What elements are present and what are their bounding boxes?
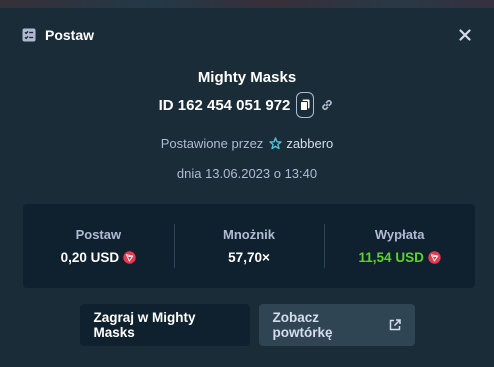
bet-details-modal: Postaw Mighty Masks ID 162 454 051 972 P… bbox=[0, 8, 494, 367]
bet-id: ID 162 454 051 972 bbox=[158, 96, 291, 114]
stat-bet: Postaw 0,20 USD bbox=[23, 204, 174, 288]
bet-id-row: ID 162 454 051 972 bbox=[0, 92, 494, 118]
game-name: Mighty Masks bbox=[197, 69, 297, 86]
modal-title: Postaw bbox=[45, 27, 95, 43]
bet-date: dnia 13.06.2023 o 13:40 bbox=[176, 166, 318, 181]
close-icon[interactable] bbox=[456, 26, 474, 44]
stat-payout-label: Wypłata bbox=[374, 227, 425, 242]
view-replay-button[interactable]: Zobacz powtórkę bbox=[258, 304, 415, 346]
bet-stats-panel: Postaw 0,20 USD Mnożnik 57,70× Wypłata 1… bbox=[23, 204, 475, 288]
username-link[interactable]: zabbero bbox=[286, 136, 333, 151]
placed-by-label: Postawione przez bbox=[160, 136, 264, 151]
external-link-icon bbox=[389, 319, 401, 331]
play-game-button[interactable]: Zagraj w Mighty Masks bbox=[79, 304, 250, 346]
stat-multiplier-label: Mnożnik bbox=[223, 227, 275, 242]
link-icon[interactable] bbox=[319, 97, 335, 113]
stat-payout-value: 11,54 USD bbox=[358, 250, 424, 265]
bet-slip-icon bbox=[22, 28, 36, 42]
vip-star-icon bbox=[269, 137, 283, 150]
copy-icon[interactable] bbox=[296, 92, 315, 118]
tron-coin-icon bbox=[428, 251, 441, 264]
view-replay-label: Zobacz powtórkę bbox=[272, 310, 333, 340]
play-game-label: Zagraj w Mighty Masks bbox=[93, 310, 196, 340]
stat-payout-value-row: 11,54 USD bbox=[359, 250, 441, 265]
background-backdrop bbox=[0, 0, 494, 8]
stat-bet-value: 0,20 USD bbox=[60, 250, 120, 265]
stat-bet-value-row: 0,20 USD bbox=[61, 250, 137, 265]
stat-multiplier-value: 57,70× bbox=[228, 250, 270, 265]
stat-payout: Wypłata 11,54 USD bbox=[324, 204, 475, 288]
placed-by-row: Postawione przez zabbero bbox=[0, 136, 494, 151]
modal-header: Postaw bbox=[22, 24, 474, 46]
stat-multiplier-value-row: 57,70× bbox=[228, 250, 270, 265]
tron-coin-icon bbox=[123, 251, 136, 264]
stat-multiplier: Mnożnik 57,70× bbox=[173, 204, 325, 288]
stat-bet-label: Postaw bbox=[75, 227, 122, 242]
action-buttons: Zagraj w Mighty Masks Zobacz powtórkę bbox=[0, 304, 494, 346]
